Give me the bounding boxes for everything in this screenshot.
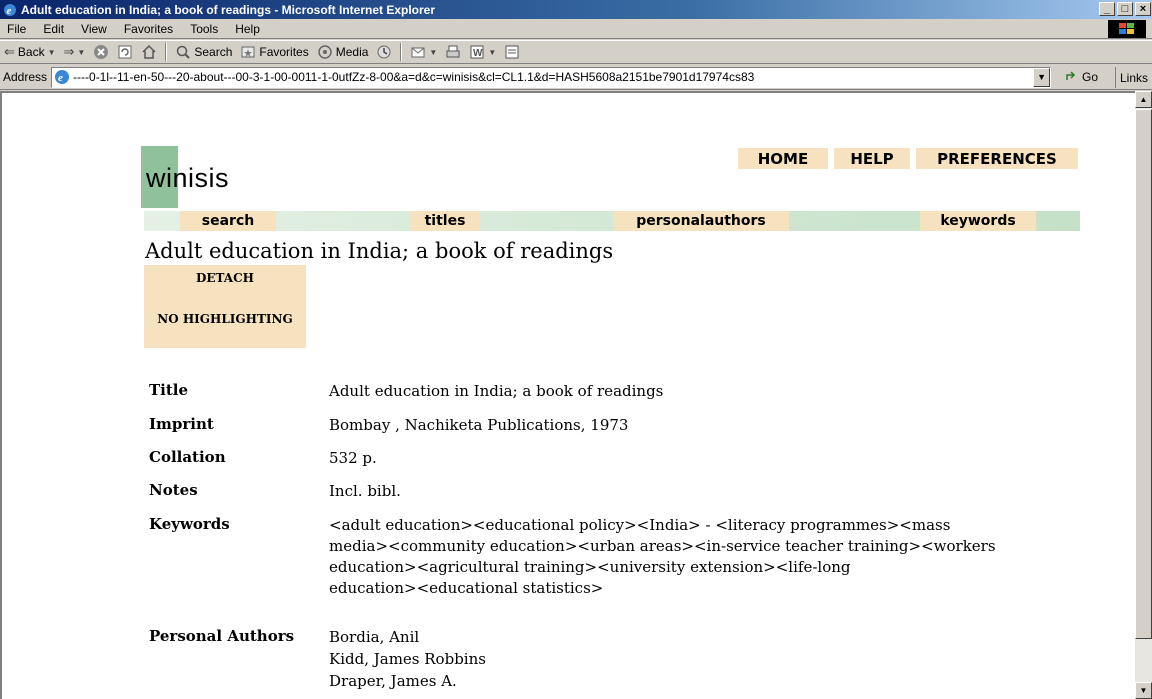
title-label: Title — [149, 381, 189, 399]
windows-flag-icon — [1108, 20, 1146, 38]
home-button[interactable] — [137, 41, 161, 63]
media-label: Media — [335, 45, 369, 59]
toolbar-separator — [165, 43, 168, 61]
author-item[interactable]: Bordia, Anil — [329, 627, 1099, 648]
mail-dropdown-icon[interactable]: ▼ — [429, 48, 437, 57]
logo-win: win — [146, 163, 189, 193]
notes-label: Notes — [149, 481, 198, 499]
author-item[interactable]: Kidd, James Robbins — [329, 649, 1099, 670]
no-highlighting-button[interactable]: NO HIGHLIGHTING — [144, 306, 306, 348]
home-link[interactable]: HOME — [738, 148, 828, 169]
help-link[interactable]: HELP — [834, 148, 910, 169]
vertical-scrollbar[interactable]: ▲ ▼ — [1135, 91, 1152, 699]
stop-button[interactable] — [89, 41, 113, 63]
discuss-button[interactable] — [500, 41, 524, 63]
svg-text:e: e — [58, 72, 63, 84]
nav-personal-authors[interactable]: personalauthors — [613, 211, 789, 231]
media-button[interactable]: Media — [313, 41, 373, 63]
print-icon — [446, 45, 460, 58]
address-input[interactable]: e ----0-1l--11-en-50---20-about---00-3-1… — [51, 66, 1052, 88]
favorites-label: Favorites — [259, 45, 309, 59]
menu-view[interactable]: View — [74, 22, 117, 36]
detach-button[interactable]: DETACH — [144, 265, 306, 306]
favorites-icon — [241, 46, 255, 58]
scroll-thumb[interactable] — [1135, 109, 1152, 639]
address-dropdown-icon[interactable]: ▼ — [1033, 67, 1051, 87]
history-icon — [377, 45, 391, 59]
stop-icon — [94, 45, 109, 59]
go-label: Go — [1082, 70, 1099, 84]
title-value: Adult education in India; a book of read… — [329, 382, 664, 400]
search-icon — [177, 45, 191, 59]
menu-edit[interactable]: Edit — [36, 22, 74, 36]
search-label: Search — [194, 45, 233, 59]
refresh-button[interactable] — [113, 41, 137, 63]
menu-tools[interactable]: Tools — [183, 22, 228, 36]
favorites-button[interactable]: Favorites — [236, 41, 312, 63]
imprint-value: Bombay , Nachiketa Publications, 1973 — [329, 416, 629, 434]
edit-dropdown-icon[interactable]: ▼ — [488, 48, 496, 57]
notes-value: Incl. bibl. — [329, 482, 401, 500]
edit-button[interactable]: W ▼ — [465, 41, 500, 63]
mail-button[interactable]: ▼ — [406, 41, 441, 63]
back-label: Back — [17, 45, 45, 59]
address-bar: Address e ----0-1l--11-en-50---20-about-… — [0, 65, 1152, 90]
svg-text:e: e — [7, 5, 12, 17]
go-button[interactable]: Go — [1065, 70, 1098, 84]
nav-keywords[interactable]: keywords — [920, 211, 1036, 231]
refresh-icon — [118, 45, 132, 59]
mail-icon — [411, 47, 425, 58]
forward-arrow-icon: ⇒ — [63, 44, 75, 59]
menu-help[interactable]: Help — [228, 22, 270, 36]
preferences-link[interactable]: PREFERENCES — [916, 148, 1078, 169]
nav-titles[interactable]: titles — [410, 211, 480, 231]
menu-favorites[interactable]: Favorites — [117, 22, 183, 36]
personal-authors-label: Personal Authors — [149, 627, 295, 645]
print-button[interactable] — [441, 41, 465, 63]
minimize-button[interactable]: _ — [1099, 2, 1115, 16]
toolbar-separator — [400, 43, 403, 61]
window-title-bar: e Adult education in India; a book of re… — [0, 0, 1152, 19]
history-button[interactable] — [372, 41, 396, 63]
address-url[interactable]: ----0-1l--11-en-50---20-about---00-3-1-0… — [73, 70, 1023, 84]
ie-logo-icon: e — [2, 2, 18, 18]
page-icon: e — [55, 70, 70, 84]
window-title: Adult education in India; a book of read… — [21, 2, 436, 17]
keywords-line-4[interactable]: education><educational statistics> — [329, 578, 1099, 599]
scroll-down-icon[interactable]: ▼ — [1135, 682, 1152, 699]
address-label: Address — [3, 70, 48, 84]
menu-file[interactable]: File — [0, 22, 36, 36]
discuss-icon — [505, 45, 519, 59]
collation-label: Collation — [149, 448, 226, 466]
keywords-label: Keywords — [149, 515, 230, 533]
media-icon — [317, 45, 332, 59]
svg-text:W: W — [473, 48, 483, 59]
search-button[interactable]: Search — [171, 41, 236, 63]
nav-search[interactable]: search — [180, 211, 276, 231]
scroll-up-icon[interactable]: ▲ — [1135, 91, 1152, 108]
forward-dropdown-icon[interactable]: ▼ — [77, 48, 85, 57]
edit-icon: W — [470, 45, 484, 59]
back-button[interactable]: ⇐ Back ▼ — [0, 41, 60, 63]
forward-button[interactable]: ⇒ ▼ — [60, 41, 90, 63]
collation-value: 532 p. — [329, 449, 377, 467]
logo-isis: isis — [188, 163, 230, 193]
go-arrow-icon — [1066, 71, 1076, 80]
keywords-line-2[interactable]: media><community education><urban areas>… — [329, 536, 1099, 557]
home-icon — [142, 44, 156, 59]
menu-bar: File Edit View Favorites Tools Help — [0, 19, 1152, 39]
close-button[interactable]: × — [1135, 2, 1151, 16]
page-viewport: winisis HOME HELP PREFERENCES search tit… — [0, 91, 1135, 699]
standard-toolbar: ⇐ Back ▼ ⇒ ▼ Search Favorites Media ▼ W … — [0, 40, 1152, 64]
back-arrow-icon: ⇐ — [4, 44, 15, 59]
document-title: Adult education in India; a book of read… — [145, 239, 614, 263]
maximize-button[interactable]: □ — [1117, 2, 1133, 16]
winisis-logo[interactable]: winisis — [146, 163, 229, 194]
imprint-label: Imprint — [149, 415, 214, 433]
keywords-line-3[interactable]: education><agricultural training><univer… — [329, 557, 1099, 578]
links-button[interactable]: Links — [1114, 67, 1152, 88]
author-item[interactable]: Draper, James A. — [329, 671, 1099, 692]
keywords-line-1[interactable]: <adult education><educational policy><In… — [329, 515, 1099, 536]
back-dropdown-icon[interactable]: ▼ — [48, 48, 56, 57]
